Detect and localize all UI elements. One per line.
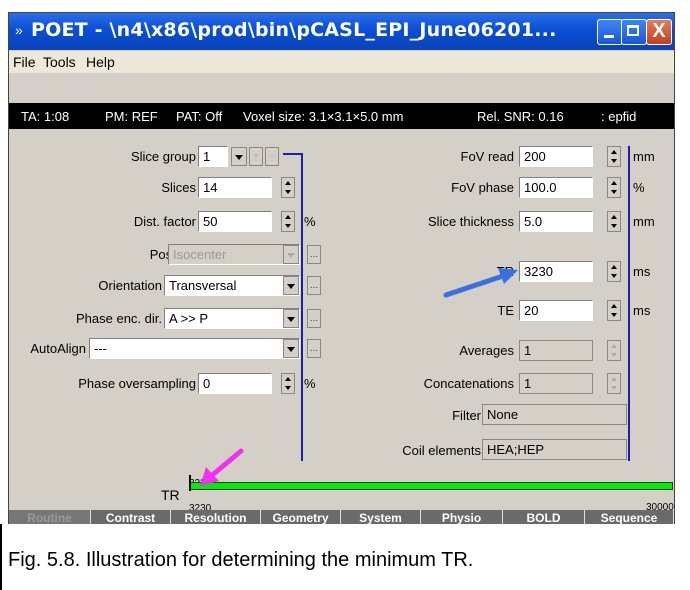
magenta-arrow-icon	[200, 448, 244, 486]
annotation-layer	[200, 268, 518, 486]
figure-caption: Fig. 5.8. Illustration for determining t…	[8, 549, 474, 571]
figure-caption-area: Fig. 5.8. Illustration for determining t…	[0, 524, 690, 590]
blue-arrow-icon	[443, 268, 518, 298]
caption-border	[0, 524, 2, 590]
